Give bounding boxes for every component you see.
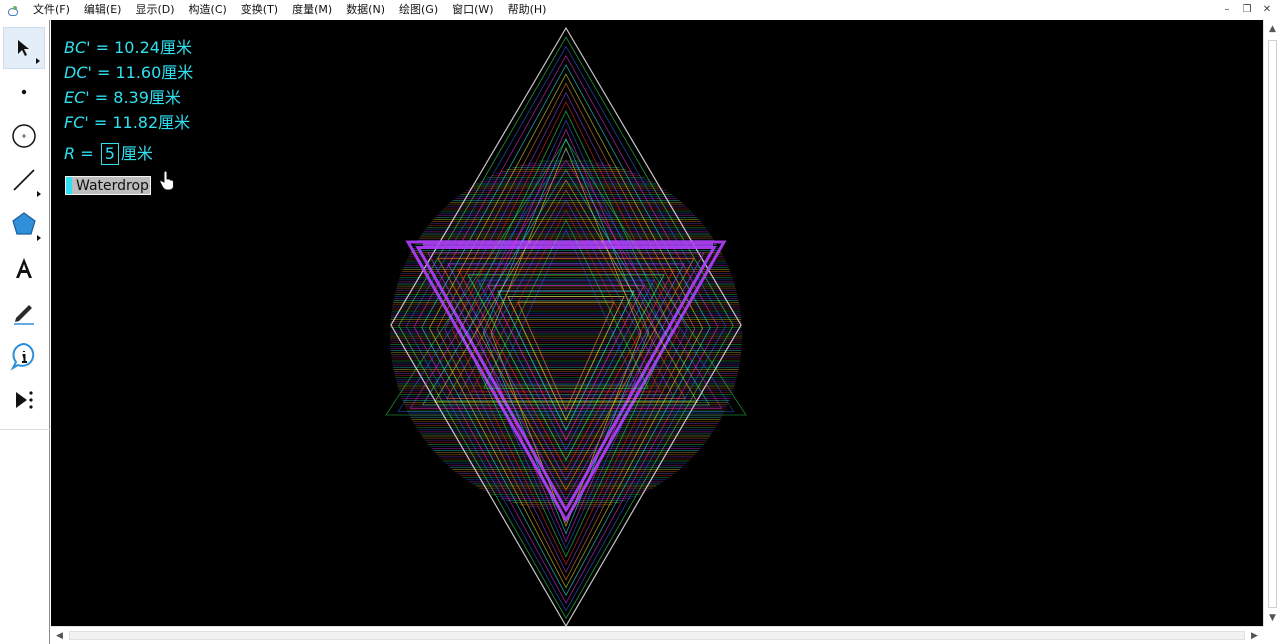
parameter-unit: 厘米 [120,144,153,163]
arrow-select-tool[interactable] [3,27,45,69]
parameter-equals: = [75,144,99,163]
measurement-value: = 11.82 [88,113,159,132]
submenu-indicator-icon [37,235,41,241]
measurement-unit: 厘米 [158,113,191,132]
action-button-label: Waterdrop [76,177,149,194]
polygon-tool[interactable] [3,203,45,245]
close-button[interactable]: ✕ [1262,4,1272,15]
measurement-var: EC' [64,88,90,107]
menu-display[interactable]: 显示(D) [128,0,181,19]
text-tool[interactable] [3,247,45,289]
measurement-value: = 8.39 [89,88,149,107]
parameter-value-box[interactable]: 5 [100,143,119,165]
minimize-button[interactable]: – [1222,4,1232,15]
measurement-unit: 厘米 [159,38,192,57]
measurement-unit: 厘米 [148,88,181,107]
measurement-bc[interactable]: BC' = 10.24厘米 [64,34,192,58]
vertical-scrollbar[interactable]: ▲ ▼ [1263,20,1280,626]
window-controls: – ❐ ✕ [1222,0,1272,19]
scroll-down-icon[interactable]: ▼ [1264,609,1280,626]
marker-tool[interactable] [3,291,45,333]
measurement-value: = 10.24 [90,38,160,57]
scroll-right-icon[interactable]: ▶ [1246,627,1263,644]
scroll-left-icon[interactable]: ◀ [51,627,68,644]
line-segment-icon [13,169,35,191]
horizontal-scrollbar[interactable]: ◀ ▶ [51,626,1263,643]
triangle-outline [517,301,615,412]
information-tool[interactable] [3,335,45,377]
restore-button[interactable]: ❐ [1242,4,1252,15]
menu-construct[interactable]: 构造(C) [182,0,234,19]
point-tool[interactable] [3,71,45,113]
rhombus-outline [467,119,665,551]
menu-transform[interactable]: 变换(T) [234,0,285,19]
text-icon [16,258,32,278]
triangle-outline [437,257,695,492]
measurement-unit: 厘米 [161,63,194,82]
straightedge-tool[interactable] [3,159,45,201]
parameter-var: R [64,144,76,163]
measurement-var: BC' [64,38,91,57]
scroll-up-icon[interactable]: ▲ [1264,20,1280,37]
information-icon [10,342,35,371]
menu-edit[interactable]: 编辑(E) [77,0,129,19]
measurement-value: = 11.60 [91,63,162,82]
menu-graph[interactable]: 绘图(G) [392,0,445,19]
menu-help[interactable]: 帮助(H) [501,0,554,19]
point-icon [21,89,27,95]
vertical-scroll-thumb[interactable] [1268,40,1277,608]
measurement-var: FC' [64,113,89,132]
submenu-indicator-icon [37,191,41,197]
custom-tools-icon [16,391,33,409]
app-icon[interactable] [6,3,20,17]
hand-cursor-icon [159,171,174,191]
toolbox [0,20,50,644]
measurement-var: DC' [64,63,92,82]
measurement-dc[interactable]: DC' = 11.60厘米 [64,59,193,83]
construction-drawing [385,26,747,626]
submenu-indicator-icon [36,58,40,64]
menu-bar: 文件(F) 编辑(E) 显示(D) 构造(C) 变换(T) 度量(M) 数据(N… [0,0,1280,19]
toolbox-divider [0,429,50,430]
polygon-icon [12,212,36,235]
menu-measure[interactable]: 度量(M) [285,0,339,19]
waterdrop-action-button[interactable]: Waterdrop [65,176,151,195]
measurement-fc[interactable]: FC' = 11.82厘米 [64,109,190,133]
menu-data[interactable]: 数据(N) [339,0,392,19]
custom-tool[interactable] [3,379,45,421]
sketch-canvas[interactable]: BC' = 10.24厘米 DC' = 11.60厘米 EC' = 8.39厘米… [51,20,1263,626]
parameter-r[interactable]: R = 5 厘米 [64,140,153,165]
action-button-handle [66,177,72,194]
circle-icon [12,124,36,148]
arrow-cursor-icon [18,40,29,56]
measurement-ec[interactable]: EC' = 8.39厘米 [64,84,181,108]
triangle-outline [421,169,711,406]
menu-window[interactable]: 窗口(W) [445,0,500,19]
horizontal-scroll-thumb[interactable] [69,631,1245,640]
compass-tool[interactable] [3,115,45,157]
menu-file[interactable]: 文件(F) [26,0,77,19]
marker-pen-icon [14,305,34,325]
